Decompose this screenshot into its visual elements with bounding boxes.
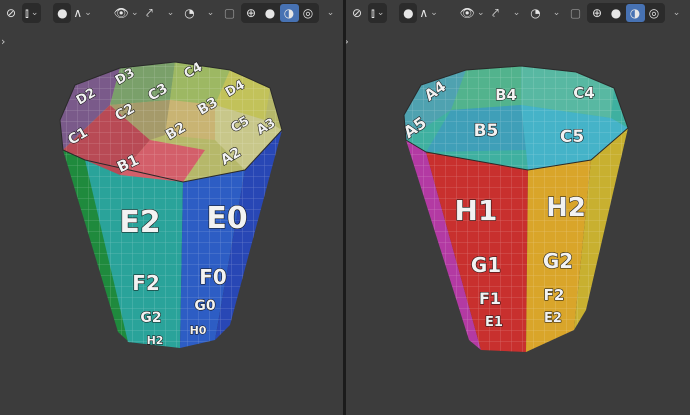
uv-face-label: G1: [471, 253, 501, 277]
uv-face-label: H2: [147, 334, 164, 347]
uv-face-label: E2: [119, 205, 160, 240]
uv-face-label: G0: [194, 298, 215, 314]
uv-face-label: E0: [206, 201, 247, 236]
uv-face-label: F2: [544, 286, 565, 304]
uv-face-label: F0: [199, 265, 227, 289]
viewport-right[interactable]: ⊘ ⫾⌄ ● ∧⌄ 👁⌄ ⤤ ⌄ ◔ ⌄ ▢ ⊕ ● ◑ ◎ ⌄ ‹›: [346, 0, 690, 415]
uv-face-label: E1: [485, 315, 503, 330]
uv-face-label: F2: [132, 271, 160, 295]
mesh-cylinder-left: D2D3 C4D4C2C3B3C5C1 B2 A3B1 A2 E2 E0F2 F0G2G0H…: [59, 59, 283, 348]
uv-face-label: H2: [546, 193, 586, 223]
uv-face-label: H0: [190, 324, 207, 337]
mesh-cylinder-right: B4 C4A4B5A5 C5 H1 H2G1 G2F1 F2E1 E2: [399, 65, 629, 352]
uv-face-label: F1: [479, 289, 501, 308]
uv-face-label: B4: [495, 86, 517, 104]
uv-face-label: B5: [474, 121, 499, 141]
uv-face-label: C5: [560, 127, 584, 147]
uv-face-label: C4: [573, 84, 594, 102]
uv-face-label: E2: [544, 311, 562, 326]
uv-face-label: G2: [140, 310, 161, 326]
viewport-left[interactable]: ⊘ ⫾ ⌄ ● ∧ ⌄ 👁 ⌄ ⤤ ⌄ ◔ ⌄ ▢ ⊕ ● ◑ ◎ ⌄ › D2…: [0, 0, 343, 415]
uv-face-label: H1: [455, 194, 498, 227]
uv-face-label: G2: [543, 249, 573, 273]
